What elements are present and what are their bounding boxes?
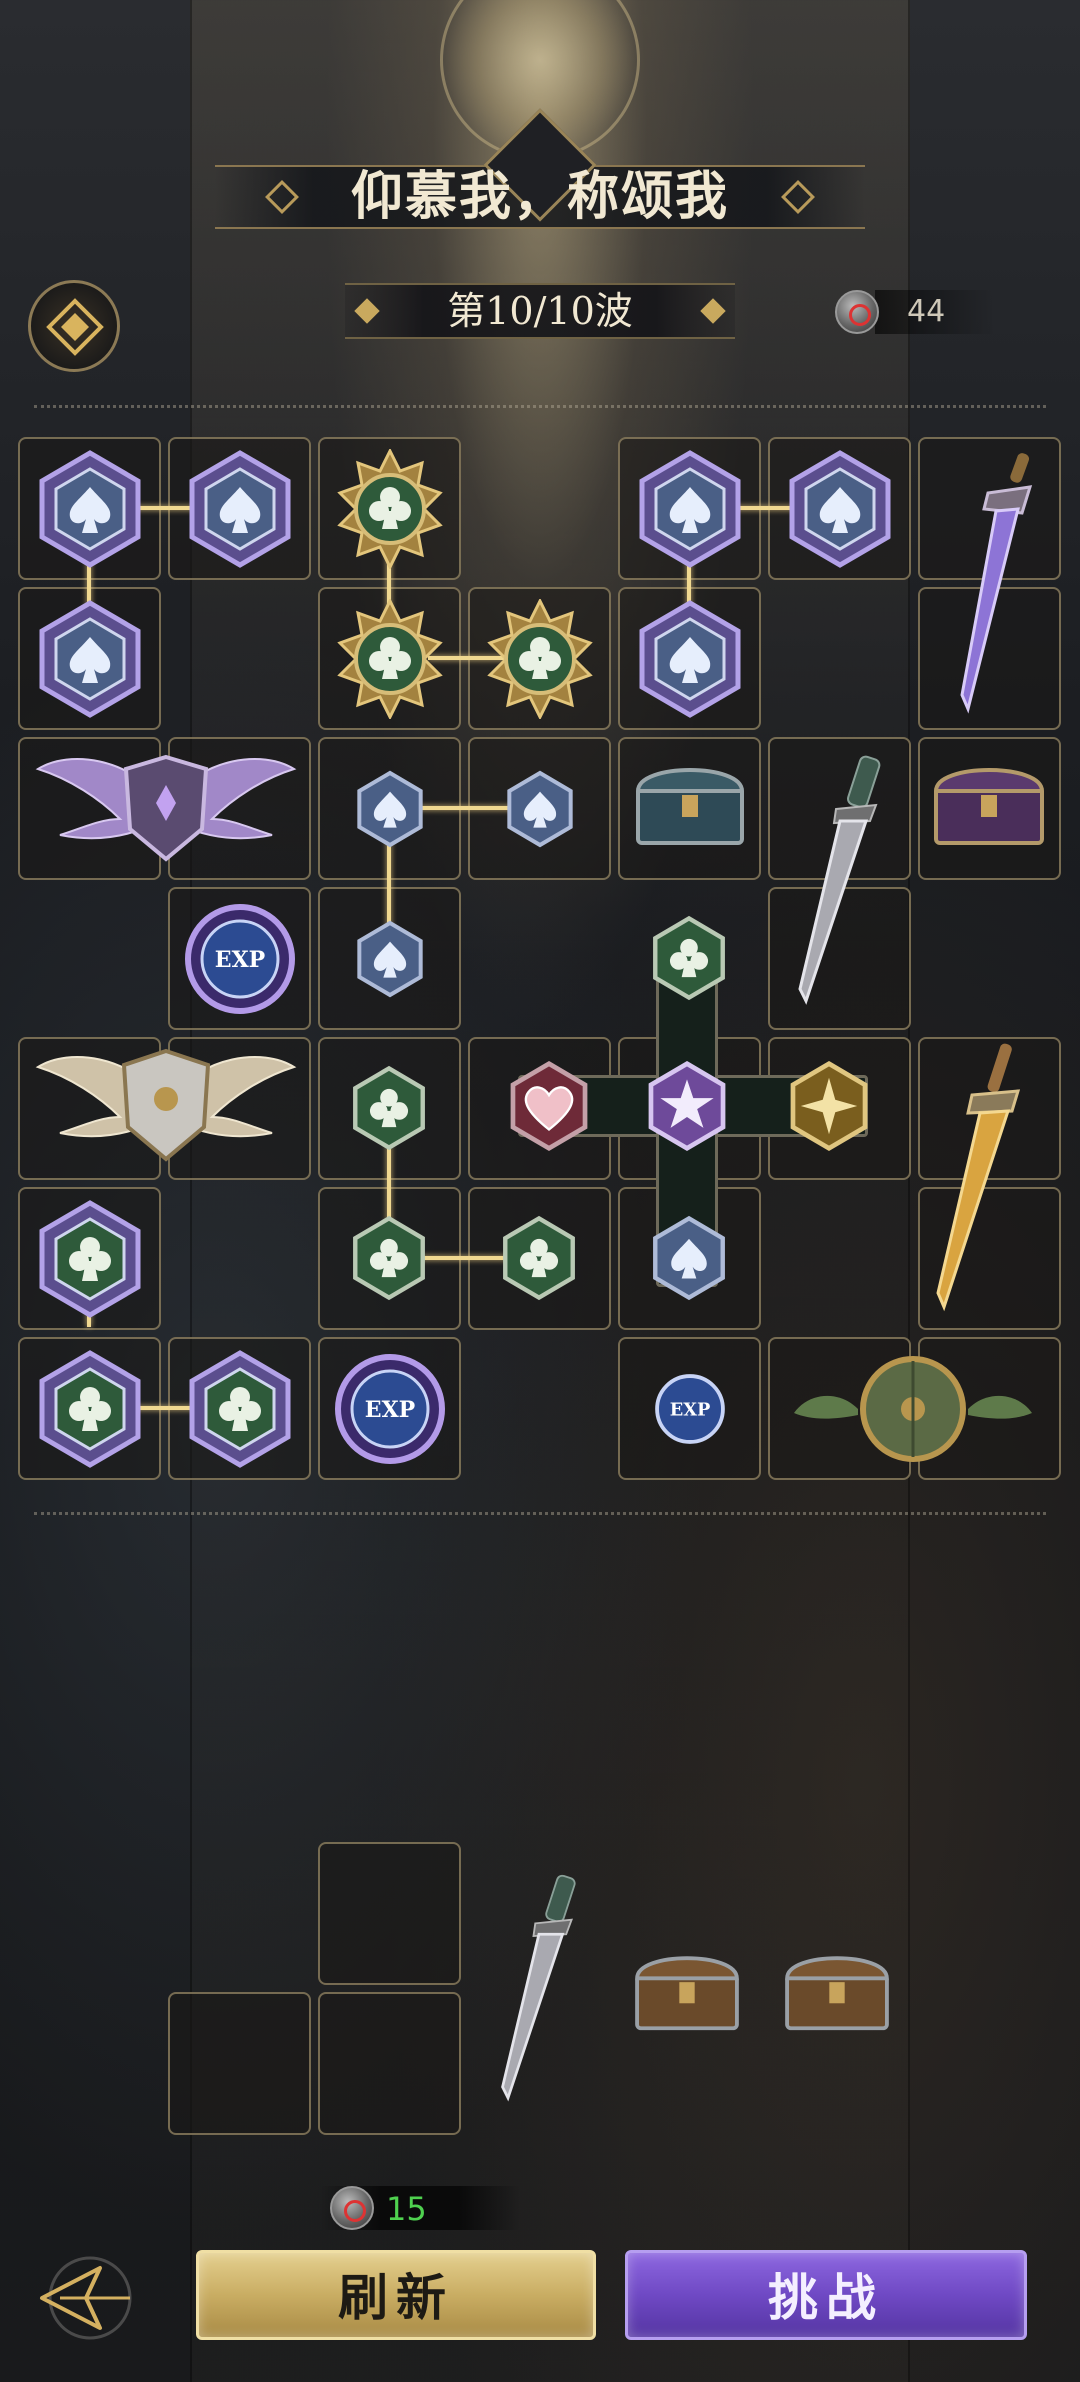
currency-display-top: 44 [835, 288, 995, 338]
refresh-button[interactable]: 刷新 [196, 2250, 596, 2340]
winged-shield-purple-item[interactable] [30, 739, 302, 873]
exp-label: EXP [365, 1397, 415, 1423]
treasure-chest-item[interactable] [778, 1938, 896, 2038]
star-gem[interactable] [640, 1059, 734, 1153]
club-gem-purple[interactable] [30, 1199, 150, 1319]
exp-orb[interactable]: EXP [180, 899, 300, 1019]
back-arrow-icon [40, 2256, 132, 2340]
spade-gem[interactable] [630, 599, 750, 719]
inventory-cell[interactable] [318, 1842, 461, 1985]
challenge-button[interactable]: 挑战 [625, 2250, 1027, 2340]
spade-gem-small[interactable] [645, 1214, 733, 1302]
heart-gem[interactable] [502, 1059, 596, 1153]
exp-label: EXP [670, 1399, 711, 1420]
dagger-steel-item[interactable] [784, 749, 894, 1013]
spade-gem-small[interactable] [350, 769, 430, 849]
club-gem-gold[interactable] [330, 599, 450, 719]
spade-gem-small[interactable] [500, 769, 580, 849]
back-button[interactable] [30, 2248, 140, 2348]
winged-shield-silver-item[interactable] [30, 1037, 302, 1171]
spade-gem[interactable] [30, 449, 150, 569]
emblem-icon[interactable] [28, 280, 120, 372]
club-gem-purple[interactable] [180, 1349, 300, 1469]
spade-gem-small[interactable] [350, 919, 430, 999]
exp-orb-small[interactable]: EXP [652, 1371, 728, 1447]
coin-icon [835, 290, 879, 334]
dagger-purple-item[interactable] [948, 447, 1038, 721]
diamond-star-gem[interactable] [782, 1059, 876, 1153]
spade-gem[interactable] [780, 449, 900, 569]
currency-value: 44 [907, 294, 946, 329]
divider-top [34, 405, 1046, 408]
divider-bottom [34, 1512, 1046, 1515]
game-board: EXP EXP EXP [18, 437, 1062, 1481]
spade-gem[interactable] [630, 449, 750, 569]
spade-gem[interactable] [30, 599, 150, 719]
club-gem-purple[interactable] [30, 1349, 150, 1469]
dagger-steel-item[interactable] [488, 1862, 588, 2116]
inventory-cell[interactable] [168, 1992, 311, 2135]
refresh-cost-value: 15 [386, 2190, 427, 2228]
treasure-chest-teal-item[interactable] [630, 749, 750, 853]
treasure-chest-purple-item[interactable] [928, 749, 1050, 853]
club-gem[interactable] [495, 1214, 583, 1302]
coin-icon [330, 2186, 374, 2230]
club-gem[interactable] [345, 1214, 433, 1302]
dagger-gold-item[interactable] [928, 1037, 1028, 1321]
currency-display-bottom: 15 [300, 2182, 520, 2234]
club-gem[interactable] [645, 914, 733, 1002]
wave-counter: 第10/10波 [447, 289, 633, 333]
exp-orb[interactable]: EXP [330, 1349, 450, 1469]
spade-gem[interactable] [180, 449, 300, 569]
club-gem-gold[interactable] [330, 449, 450, 569]
page-title: 仰慕我，称颂我 [350, 166, 729, 227]
exp-label: EXP [215, 947, 265, 973]
club-gem[interactable] [345, 1064, 433, 1152]
treasure-chest-item[interactable] [628, 1938, 746, 2038]
inventory-cell[interactable] [318, 1992, 461, 2135]
club-gem-gold[interactable] [480, 599, 600, 719]
round-shield-item[interactable] [788, 1349, 1038, 1473]
